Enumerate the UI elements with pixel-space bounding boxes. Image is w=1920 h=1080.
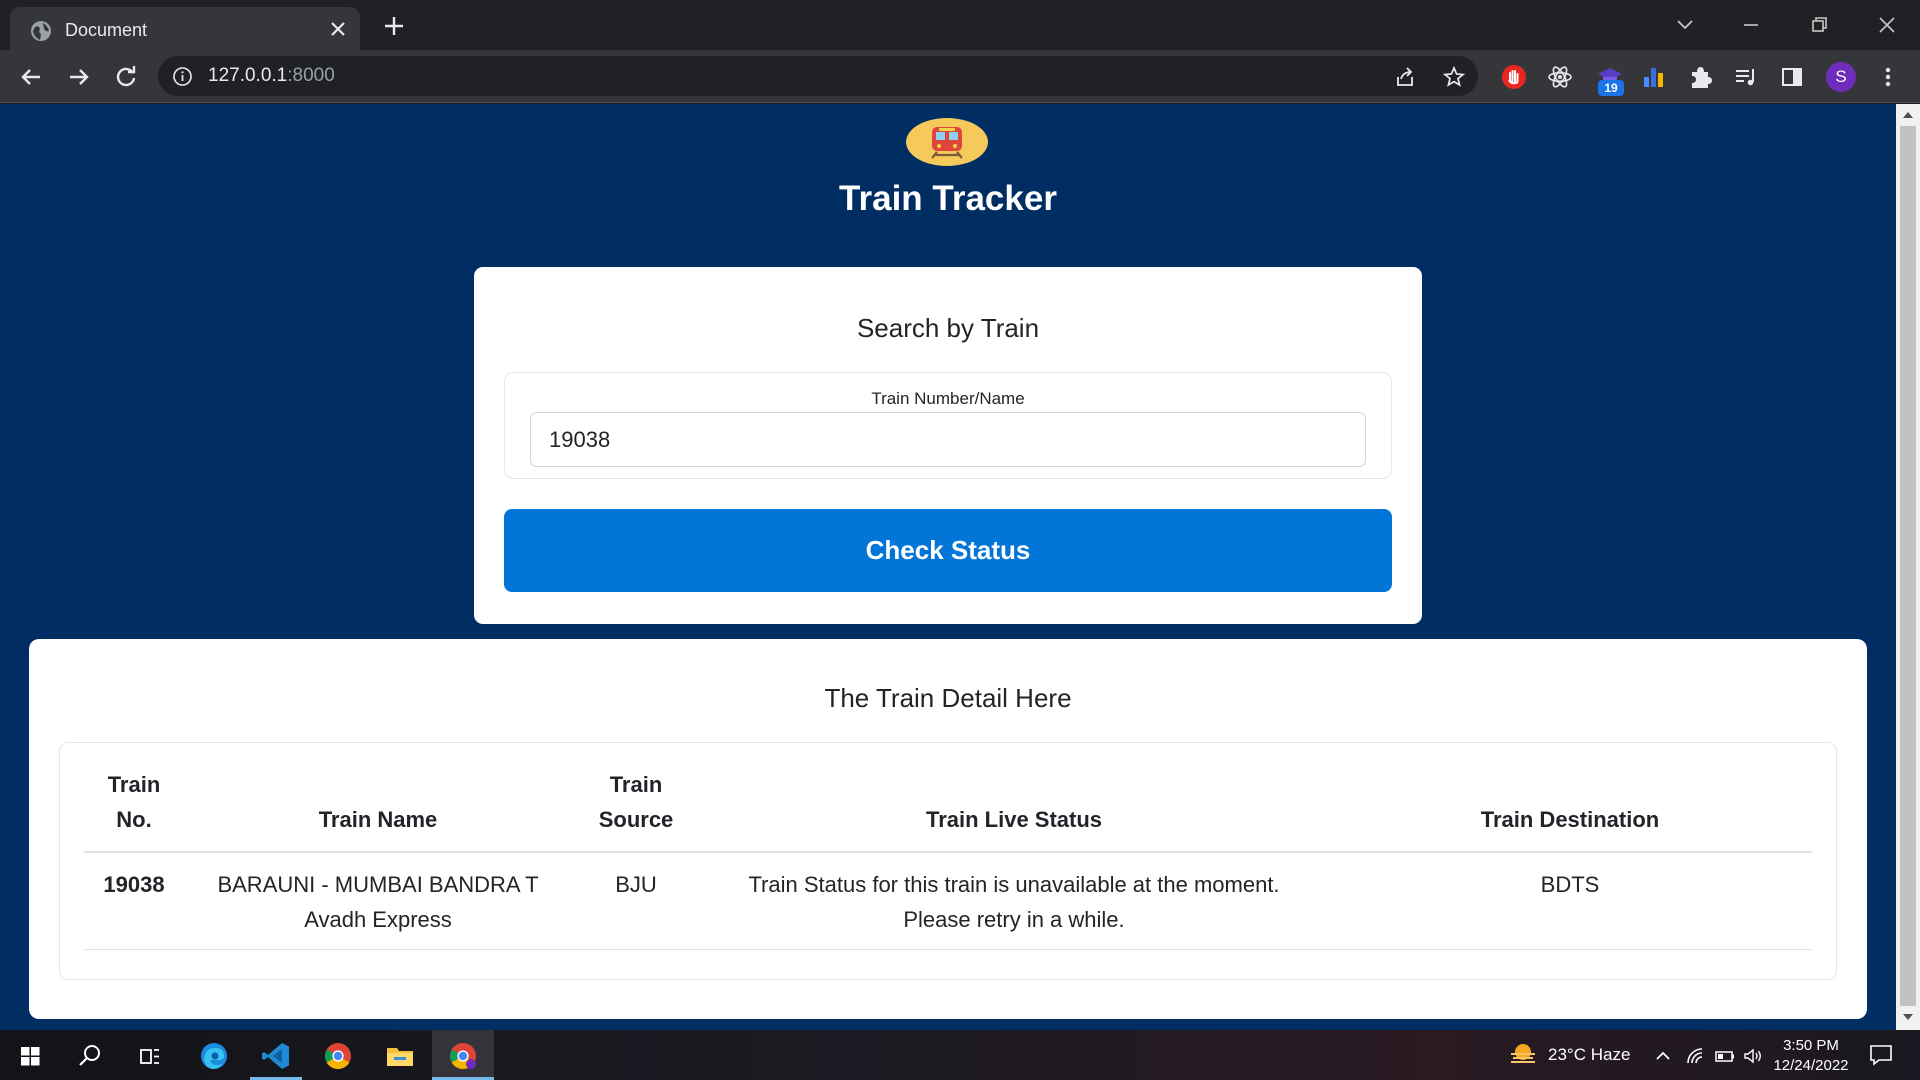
search-card: Search by Train Train Number/Name Check … xyxy=(474,267,1422,624)
train-detail-table: Train No. Train Name Train Source Train … xyxy=(84,767,1812,950)
weather-text[interactable]: 23°C Haze xyxy=(1548,1045,1630,1065)
taskbar-clock[interactable]: 3:50 PM 12/24/2022 xyxy=(1770,1036,1852,1076)
chevron-up-icon[interactable] xyxy=(1652,1045,1674,1067)
address-bar[interactable]: 127.0.0.1:8000 xyxy=(158,56,1478,96)
windows-start-icon[interactable] xyxy=(14,1040,46,1072)
reload-icon[interactable] xyxy=(111,62,141,92)
vscode-icon[interactable] xyxy=(260,1040,292,1072)
react-devtools-icon[interactable] xyxy=(1546,63,1574,91)
clock-date: 12/24/2022 xyxy=(1773,1057,1849,1074)
column-header-live-status: Train Live Status xyxy=(700,767,1328,853)
notification-center-icon[interactable] xyxy=(1868,1042,1894,1068)
scroll-up-arrow-icon[interactable] xyxy=(1903,112,1913,118)
tab-title: Document xyxy=(65,20,148,40)
url-text: 127.0.0.1:8000 xyxy=(208,65,335,86)
train-input-label: Train Number/Name xyxy=(871,389,1025,408)
column-header-train-name: Train Name xyxy=(184,767,572,853)
stop-hand-extension-icon[interactable] xyxy=(1500,63,1528,91)
train-detail-card: The Train Detail Here Train No. Train Na… xyxy=(29,639,1867,1019)
chrome-icon[interactable] xyxy=(322,1040,354,1072)
globe-icon xyxy=(31,21,51,41)
task-view-icon[interactable] xyxy=(134,1040,166,1072)
wifi-icon[interactable] xyxy=(1684,1045,1706,1067)
bar-chart-extension-icon[interactable] xyxy=(1640,63,1668,91)
browser-tabstrip: Document xyxy=(0,0,1920,50)
new-tab-icon[interactable] xyxy=(380,12,408,40)
cell-train-source: BJU xyxy=(572,852,700,950)
column-header-train-no: Train No. xyxy=(84,767,184,853)
forward-icon[interactable] xyxy=(64,62,94,92)
volume-icon[interactable] xyxy=(1742,1045,1764,1067)
clock-time: 3:50 PM xyxy=(1783,1037,1839,1054)
minimize-icon[interactable] xyxy=(1736,10,1766,40)
battery-icon[interactable] xyxy=(1714,1045,1736,1067)
search-card-title: Search by Train xyxy=(856,313,1040,343)
chrome-profile-icon[interactable] xyxy=(447,1040,479,1072)
table-header-row: Train No. Train Name Train Source Train … xyxy=(84,767,1812,853)
windows-taskbar: 23°C Haze 3:50 PM 12/24/2022 xyxy=(0,1030,1920,1080)
bookmark-star-icon[interactable] xyxy=(1442,65,1466,89)
scroll-thumb[interactable] xyxy=(1900,126,1916,1006)
back-icon[interactable] xyxy=(16,62,46,92)
app-title: Train Tracker xyxy=(839,179,1057,218)
more-options-icon[interactable] xyxy=(1874,63,1902,91)
scroll-down-arrow-icon[interactable] xyxy=(1903,1014,1913,1020)
search-form-group: Train Number/Name xyxy=(504,372,1392,479)
extension-badge: 19 xyxy=(1598,80,1624,96)
table-row: 19038 BARAUNI - MUMBAI BANDRA T Avadh Ex… xyxy=(84,852,1812,950)
cell-train-name: BARAUNI - MUMBAI BANDRA T Avadh Express xyxy=(184,852,572,950)
cell-live-status: Train Status for this train is unavailab… xyxy=(700,852,1328,950)
search-icon[interactable] xyxy=(74,1040,106,1072)
page-viewport: Train Tracker Search by Train Train Numb… xyxy=(0,104,1896,1030)
close-tab-icon[interactable] xyxy=(328,19,348,39)
close-window-icon[interactable] xyxy=(1872,10,1902,40)
site-info-icon[interactable] xyxy=(172,66,193,87)
tab-search-chevron-icon[interactable] xyxy=(1670,10,1700,40)
haze-weather-icon[interactable] xyxy=(1508,1041,1538,1069)
column-header-train-source: Train Source xyxy=(572,767,700,853)
edge-browser-icon[interactable] xyxy=(198,1040,230,1072)
restore-icon[interactable] xyxy=(1804,10,1834,40)
file-explorer-icon[interactable] xyxy=(384,1040,416,1072)
train-detail-table-container: Train No. Train Name Train Source Train … xyxy=(59,742,1837,980)
train-number-input[interactable] xyxy=(530,412,1366,467)
check-status-button[interactable]: Check Status xyxy=(504,509,1392,592)
cell-train-no: 19038 xyxy=(84,852,184,950)
cell-train-destination: BDTS xyxy=(1328,852,1812,950)
side-panel-icon[interactable] xyxy=(1778,63,1806,91)
profile-avatar[interactable]: S xyxy=(1826,62,1856,92)
share-icon[interactable] xyxy=(1394,65,1418,89)
browser-tab-document[interactable]: Document xyxy=(10,7,360,50)
train-icon xyxy=(931,127,963,159)
train-detail-title: The Train Detail Here xyxy=(824,683,1072,713)
column-header-train-destination: Train Destination xyxy=(1328,767,1812,853)
train-logo xyxy=(906,118,988,166)
extensions-puzzle-icon[interactable] xyxy=(1686,63,1714,91)
browser-toolbar: 127.0.0.1:8000 19 S xyxy=(0,50,1920,103)
media-control-icon[interactable] xyxy=(1732,63,1760,91)
page-scrollbar[interactable] xyxy=(1896,104,1920,1030)
